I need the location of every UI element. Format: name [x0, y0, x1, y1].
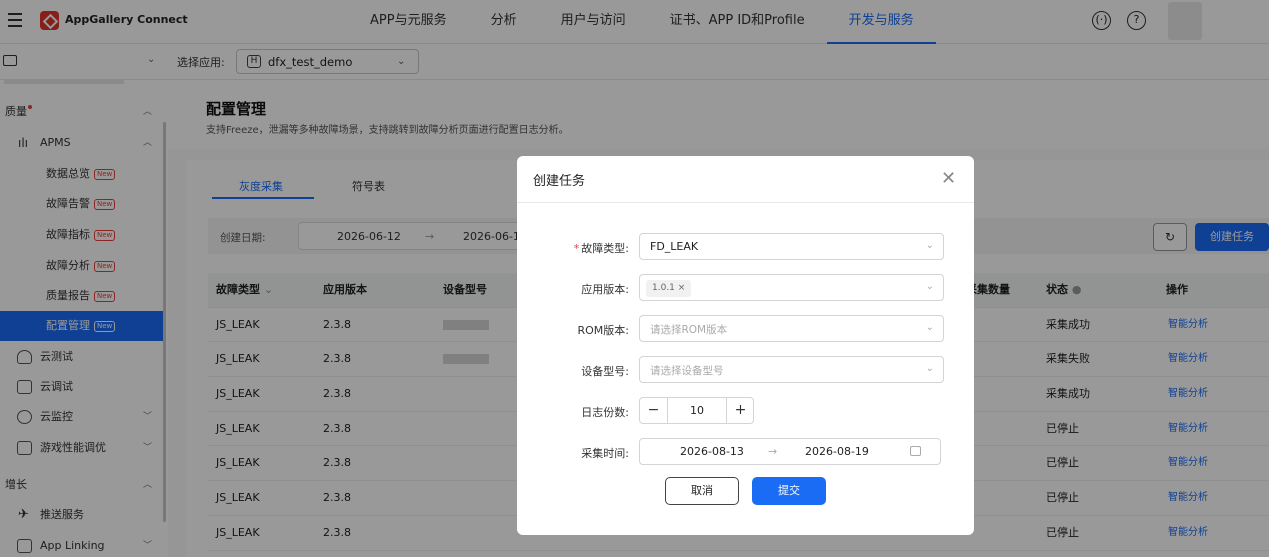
app-version-tag[interactable]: 1.0.1 ×	[646, 280, 692, 297]
device-model-placeholder: 请选择设备型号	[650, 365, 724, 377]
log-count-label: 日志份数:	[581, 406, 629, 419]
increment-button[interactable]: +	[726, 398, 754, 423]
fault-type-label: * 故障类型:	[573, 242, 629, 255]
time-to: 2026-08-19	[805, 445, 869, 458]
cancel-button[interactable]: 取消	[665, 477, 739, 505]
rom-version-placeholder: 请选择ROM版本	[650, 324, 728, 336]
required-mark: *	[573, 242, 580, 255]
chevron-down-icon: ⌄	[925, 281, 934, 292]
create-task-dialog: 创建任务 ✕ * 故障类型: FD_LEAK ⌄ 应用版本: 1.0.1 × ⌄ …	[517, 156, 974, 535]
arrow-icon: →	[768, 445, 778, 458]
chevron-down-icon: ⌄	[925, 240, 934, 251]
app-version-select[interactable]: 1.0.1 × ⌄	[639, 274, 944, 301]
rom-version-label: ROM版本:	[577, 324, 630, 337]
divider	[517, 202, 974, 203]
app-version-label: 应用版本:	[581, 283, 629, 296]
time-from: 2026-08-13	[680, 445, 744, 458]
fault-type-select[interactable]: FD_LEAK ⌄	[639, 233, 944, 260]
chevron-down-icon: ⌄	[925, 363, 934, 374]
calendar-icon	[910, 446, 921, 456]
rom-version-select[interactable]: 请选择ROM版本 ⌄	[639, 315, 944, 342]
fault-type-value: FD_LEAK	[650, 240, 699, 253]
device-model-label: 设备型号:	[581, 365, 629, 378]
collect-time-range[interactable]: 2026-08-13 → 2026-08-19	[639, 438, 941, 465]
dialog-title: 创建任务	[533, 174, 586, 189]
collect-time-label: 采集时间:	[581, 447, 629, 460]
close-icon[interactable]: ✕	[941, 168, 956, 189]
decrement-button[interactable]: −	[640, 398, 668, 423]
log-count-stepper: − 10 +	[639, 397, 754, 424]
device-model-select[interactable]: 请选择设备型号 ⌄	[639, 356, 944, 383]
log-count-input[interactable]: 10	[668, 398, 726, 423]
chevron-down-icon: ⌄	[925, 322, 934, 333]
submit-button[interactable]: 提交	[752, 477, 826, 505]
